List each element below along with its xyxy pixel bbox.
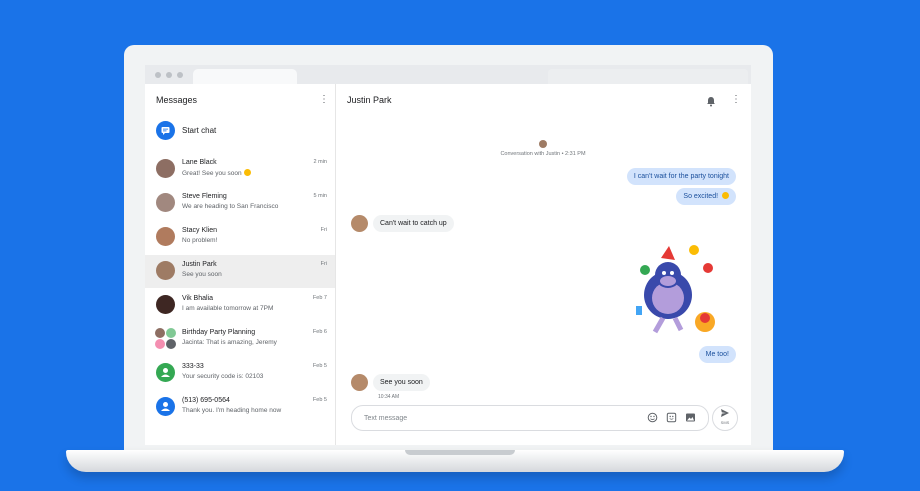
conversation-name: 333-33	[182, 363, 204, 370]
group-avatar	[155, 328, 177, 350]
avatar	[351, 374, 368, 391]
conversation-name: Justin Park	[182, 261, 217, 268]
bell-icon[interactable]	[706, 94, 716, 107]
message-bubble-outgoing[interactable]: So excited!	[676, 188, 736, 205]
conversation-title: Justin Park	[347, 95, 392, 105]
avatar	[156, 397, 175, 416]
start-chat-label: Start chat	[182, 126, 217, 135]
avatar	[156, 159, 175, 178]
conversation-preview: Great! See you soon	[182, 169, 251, 177]
conversation-preview: No problem!	[182, 237, 218, 244]
messages-title: Messages	[156, 95, 198, 105]
more-vert-icon[interactable]: ⋮	[731, 95, 741, 105]
conversation-item-steve-fleming[interactable]: Steve Fleming We are heading to San Fran…	[145, 187, 335, 220]
avatar	[156, 363, 175, 382]
browser-toolbar-area	[548, 69, 748, 84]
browser-tab-bar	[145, 65, 751, 84]
conversation-preview: We are heading to San Francisco	[182, 203, 279, 210]
browser-tab[interactable]	[193, 69, 297, 84]
conversation-time: Feb 5	[312, 363, 327, 369]
conversation-item-vik-bhalia[interactable]: Vik Bhalia I am available tomorrow at 7P…	[145, 289, 335, 322]
conversation-preview: I am available tomorrow at 7PM	[182, 305, 274, 312]
conversation-time: 5 min	[313, 193, 327, 199]
conversation-name: (513) 695-0564	[182, 397, 230, 404]
smile-emoji-icon	[243, 169, 251, 176]
avatar	[156, 227, 175, 246]
conversation-preview: Thank you. I'm heading home now	[182, 407, 282, 414]
preview-text: Great! See you soon	[182, 170, 242, 177]
conversation-time: Feb 5	[312, 397, 327, 403]
laptop-screen: Messages ⋮ Start chat Lane Black Great! …	[145, 65, 751, 445]
conversation-time: Fri	[320, 227, 327, 233]
conversation-name: Lane Black	[182, 159, 217, 166]
conversation-list-pane: Messages ⋮ Start chat Lane Black Great! …	[145, 84, 336, 445]
conversation-preview: Your security code is: 02103	[182, 373, 264, 380]
window-dot-icon	[177, 72, 183, 78]
laughing-emoji-icon	[722, 192, 729, 199]
message-bubble-incoming[interactable]: See you soon	[373, 374, 430, 391]
conversation-name: Birthday Party Planning	[182, 329, 256, 336]
conversation-item-stacy-klien[interactable]: Stacy Klien No problem! Fri	[145, 221, 335, 254]
conversation-name: Steve Fleming	[182, 193, 227, 200]
conversation-start-note: Conversation with Justin • 2:31 PM	[500, 151, 586, 157]
laptop-notch	[405, 450, 515, 455]
conversation-item-lane-black[interactable]: Lane Black Great! See you soon 2 min	[145, 153, 335, 186]
conversation-item-333-33[interactable]: 333-33 Your security code is: 02103 Feb …	[145, 357, 335, 390]
conversation-time: Feb 6	[312, 329, 327, 335]
conversation-item-justin-park[interactable]: Justin Park See you soon Fri	[145, 255, 335, 288]
window-dot-icon	[155, 72, 161, 78]
send-button[interactable]: SMS	[712, 405, 738, 431]
chat-icon	[156, 121, 175, 140]
message-bubble-outgoing[interactable]: I can't wait for the party tonight	[626, 168, 736, 185]
conversation-name: Vik Bhalia	[182, 295, 214, 302]
message-text: So excited!	[683, 193, 719, 200]
conversation-preview: See you soon	[182, 271, 222, 278]
emoji-icon[interactable]	[647, 412, 658, 423]
conversation-item-birthday-party-planning[interactable]: Birthday Party Planning Jacinta: That is…	[145, 323, 335, 356]
conversation-time: Fri	[320, 261, 327, 267]
avatar	[156, 193, 175, 212]
compose-bar	[351, 405, 709, 431]
window-dot-icon	[166, 72, 172, 78]
conversation-time: 2 min	[313, 159, 327, 165]
contact-avatar-small	[539, 140, 547, 148]
start-chat-button[interactable]: Start chat	[156, 121, 326, 141]
conversation-item-513-695-0564[interactable]: (513) 695-0564 Thank you. I'm heading ho…	[145, 391, 335, 424]
party-monster-sticker[interactable]	[631, 240, 731, 340]
message-timestamp: 10:34 AM	[378, 394, 400, 400]
message-input[interactable]	[362, 410, 636, 427]
avatar	[156, 261, 175, 280]
conversation-preview: Jacinta: That is amazing, Jeremy	[182, 339, 277, 346]
more-vert-icon[interactable]: ⋮	[319, 95, 329, 105]
send-icon	[713, 408, 737, 420]
conversation-name: Stacy Klien	[182, 227, 218, 234]
conversation-time: Feb 7	[312, 295, 327, 301]
avatar	[156, 295, 175, 314]
conversation-pane: Justin Park ⋮ Conversation with Justin •…	[336, 84, 751, 445]
image-icon[interactable]	[685, 412, 696, 423]
message-bubble-outgoing[interactable]: Me too!	[698, 346, 736, 363]
avatar	[351, 215, 368, 232]
sticker-icon[interactable]	[666, 412, 677, 423]
message-bubble-incoming[interactable]: Can't wait to catch up	[373, 215, 454, 232]
send-mode-label: SMS	[720, 420, 730, 425]
